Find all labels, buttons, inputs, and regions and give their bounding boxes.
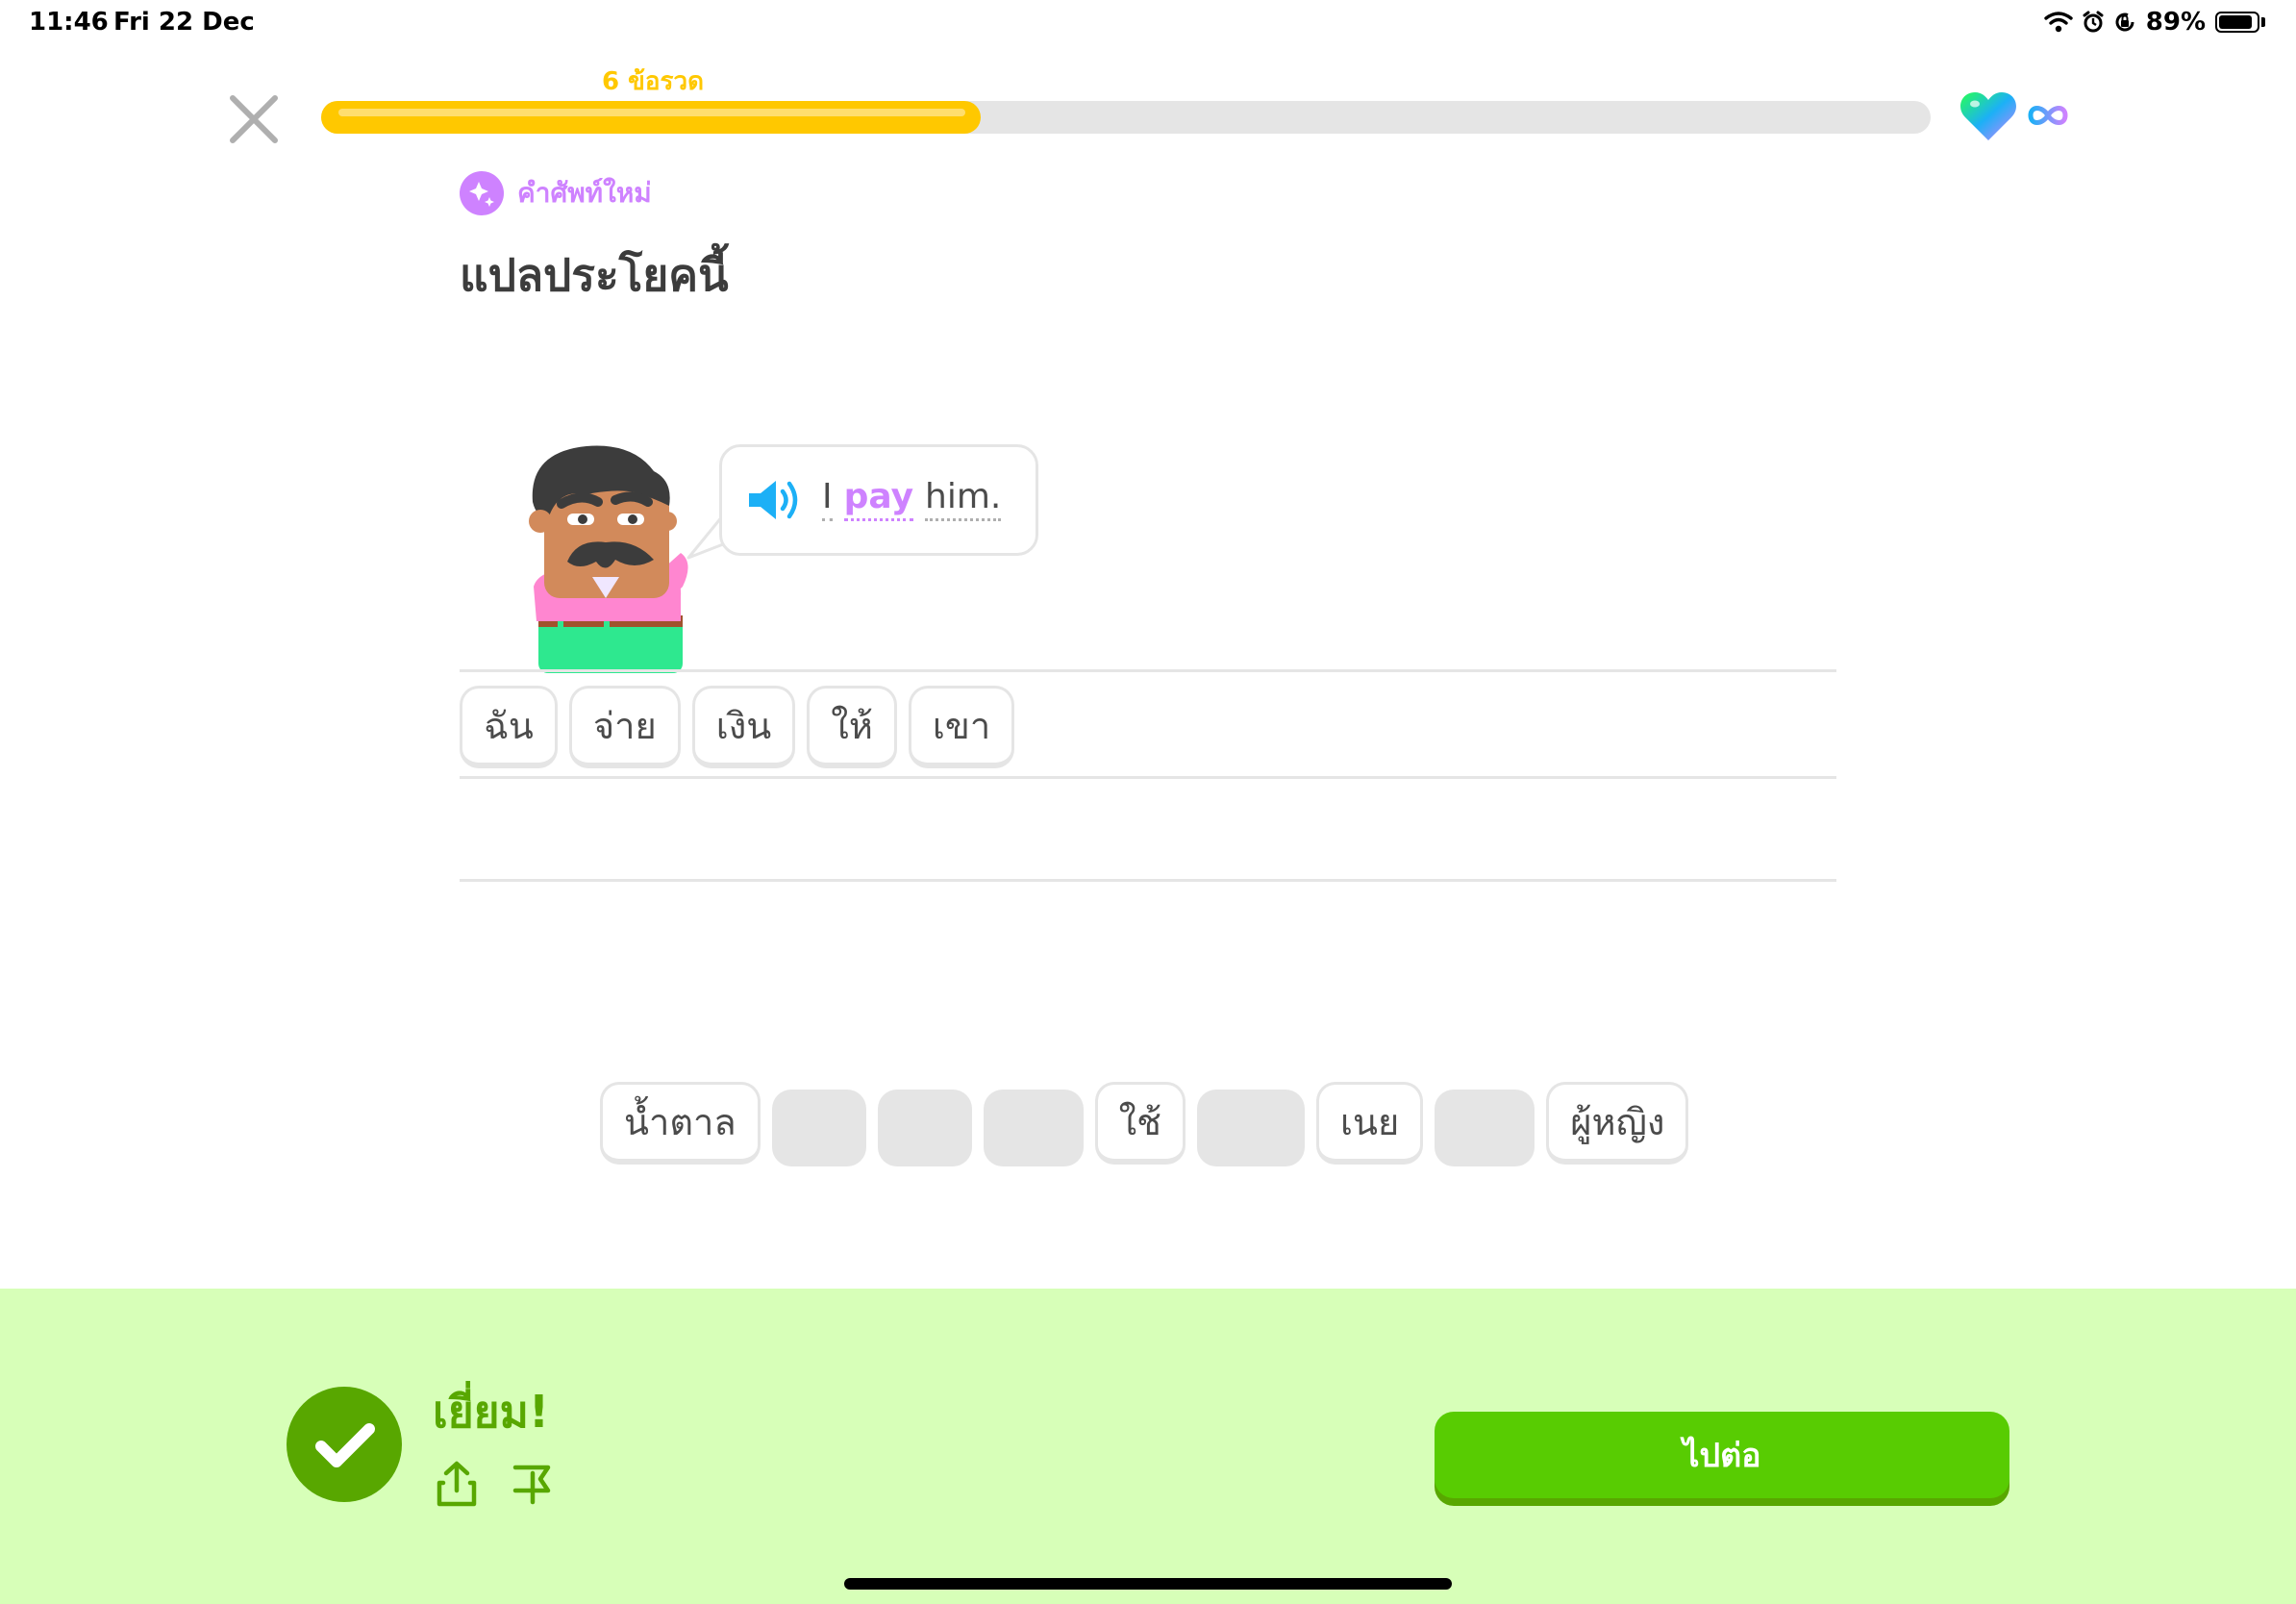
word-bank-empty-slot	[771, 1090, 866, 1166]
battery-tip	[2261, 17, 2265, 27]
answer-word[interactable]: เงิน	[691, 686, 796, 768]
progress-bar	[321, 101, 1931, 134]
word-bank-chip[interactable]: เนย	[1315, 1082, 1424, 1165]
sparkle-icon	[460, 171, 504, 215]
answer-word[interactable]: ฉัน	[460, 686, 558, 768]
rotation-lock-icon	[2115, 13, 2134, 32]
sentence-word[interactable]: him.	[925, 479, 1002, 521]
continue-button[interactable]: ไปต่อ	[1435, 1412, 2009, 1498]
heart-icon[interactable]	[1959, 88, 2017, 142]
infinity-icon	[2028, 106, 2068, 125]
new-word-label: คำศัพท์ใหม่	[517, 177, 652, 209]
battery-percent: 89%	[2145, 8, 2206, 37]
word-bank-empty-slot	[877, 1090, 972, 1166]
answer-word[interactable]: ให้	[807, 686, 897, 768]
feedback-title: เยี่ยม!	[433, 1386, 549, 1438]
answer-line	[460, 669, 1836, 672]
answer-line	[460, 879, 1836, 882]
word-bank-chip[interactable]: น้ำตาล	[600, 1082, 761, 1165]
speech-bubble: I pay him.	[719, 444, 1038, 556]
sentence-word-highlighted[interactable]: pay	[843, 479, 914, 521]
word-bank-chip[interactable]: ผู้หญิง	[1546, 1082, 1689, 1165]
flag-icon[interactable]	[512, 1462, 554, 1506]
status-date: Fri 22 Dec	[113, 8, 255, 37]
status-icons: 89%	[2044, 8, 2265, 37]
streak-label: 6 ข้อรวด	[602, 67, 704, 96]
page-title: แปลประโยคนี้	[460, 249, 729, 301]
check-icon	[287, 1387, 402, 1502]
share-icon[interactable]	[435, 1460, 479, 1508]
word-bank-empty-slot	[983, 1090, 1084, 1166]
status-time: 11:46	[29, 8, 109, 37]
new-word-badge: คำศัพท์ใหม่	[460, 171, 652, 215]
alarm-icon	[2083, 11, 2104, 33]
battery-icon	[2215, 12, 2259, 33]
home-indicator[interactable]	[844, 1578, 1452, 1590]
word-bank-chip[interactable]: ใช้	[1094, 1082, 1185, 1165]
character-illustration	[529, 445, 688, 673]
progress-shine	[338, 109, 965, 116]
word-bank: น้ำตาล ใช้ เนย ผู้หญิง	[600, 1082, 1689, 1166]
wifi-icon	[2044, 12, 2073, 33]
close-icon	[230, 95, 278, 143]
word-bank-empty-slot	[1196, 1090, 1305, 1166]
answer-word[interactable]: เขา	[908, 686, 1015, 768]
close-button[interactable]	[223, 88, 285, 150]
progress-fill	[321, 101, 981, 134]
sentence: I pay him.	[822, 479, 1002, 521]
answer-row: ฉัน จ่าย เงิน ให้ เขา	[460, 686, 1015, 768]
answer-line	[460, 776, 1836, 779]
answer-word[interactable]: จ่าย	[568, 686, 681, 768]
word-bank-empty-slot	[1435, 1090, 1535, 1166]
speaker-icon[interactable]	[747, 478, 801, 522]
sentence-word[interactable]: I	[822, 479, 833, 521]
